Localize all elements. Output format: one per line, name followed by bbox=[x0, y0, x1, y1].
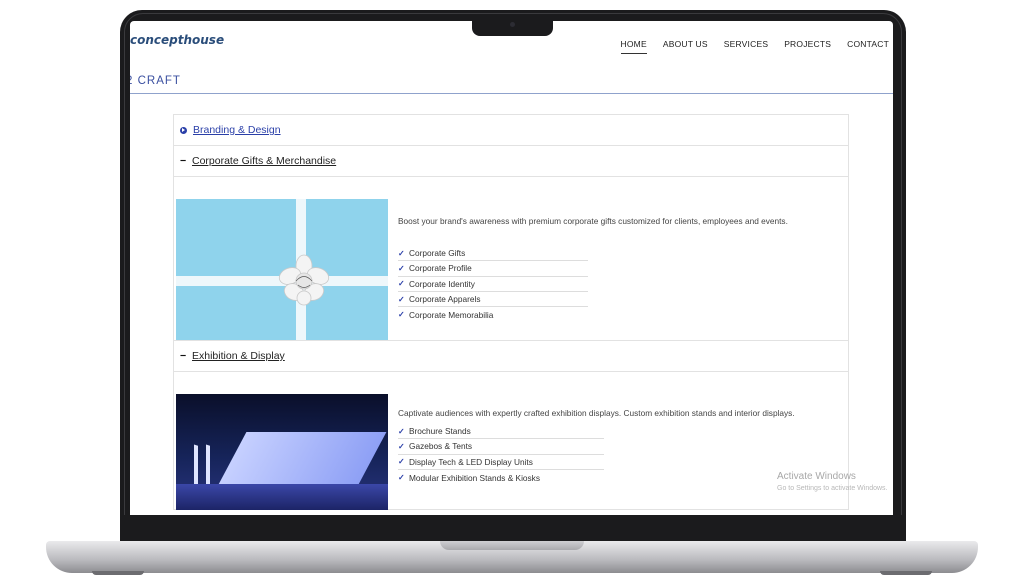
activate-windows-watermark: Activate Windows bbox=[777, 471, 856, 482]
camera-icon bbox=[510, 22, 515, 27]
check-icon: ✓ bbox=[398, 473, 405, 483]
nav-contact[interactable]: CONTACT bbox=[847, 39, 889, 54]
list-item: ✓ Corporate Memorabilia bbox=[398, 309, 494, 320]
expand-circle-icon bbox=[180, 126, 187, 134]
activate-windows-subtext: Go to Settings to activate Windows. bbox=[777, 485, 888, 492]
check-icon: ✓ bbox=[398, 310, 405, 320]
list-item: ✓ Display Tech & LED Display Units bbox=[398, 455, 604, 470]
laptop-opening-notch bbox=[440, 541, 584, 550]
site-logo[interactable]: concepthouse bbox=[130, 33, 224, 47]
list-item: ✓ Corporate Gifts bbox=[398, 246, 588, 262]
nav-projects[interactable]: PROJECTS bbox=[784, 39, 831, 54]
accordion-panel-exhibition: Captivate audiences with expertly crafte… bbox=[174, 372, 848, 510]
laptop-foot-right bbox=[880, 571, 932, 575]
gifts-list: ✓ Corporate Gifts ✓ Corporate Profile ✓ Cor… bbox=[398, 246, 588, 322]
main-nav: HOME ABOUT US SERVICES PROJECTS CONTACT bbox=[620, 39, 889, 54]
laptop-foot-left bbox=[92, 571, 144, 575]
list-item: ✓ Gazebos & Tents bbox=[398, 439, 604, 455]
check-icon: ✓ bbox=[398, 248, 405, 258]
accordion-header-branding[interactable]: Branding & Design bbox=[174, 115, 848, 146]
accordion-title-gifts[interactable]: Corporate Gifts & Merchandise bbox=[192, 155, 336, 167]
nav-about-us[interactable]: ABOUT US bbox=[663, 39, 708, 54]
check-icon: ✓ bbox=[398, 441, 405, 451]
laptop-chin bbox=[120, 515, 906, 542]
list-item: ✓ Corporate Apparels bbox=[398, 292, 588, 308]
gift-box-image bbox=[176, 199, 388, 340]
nav-services[interactable]: SERVICES bbox=[724, 39, 768, 54]
collapse-minus-icon: − bbox=[180, 350, 187, 362]
collapse-minus-icon: − bbox=[180, 155, 187, 167]
check-icon: ✓ bbox=[398, 457, 405, 467]
exhibition-list: ✓ Brochure Stands ✓ Gazebos & Tents ✓ Displ… bbox=[398, 424, 604, 485]
bow-icon bbox=[278, 254, 330, 306]
accordion-title-branding[interactable]: Branding & Design bbox=[193, 124, 281, 136]
exhibition-description: Captivate audiences with expertly crafte… bbox=[398, 408, 795, 418]
services-accordion: Branding & Design − Corporate Gifts & Me… bbox=[173, 114, 849, 510]
laptop-screen: concepthouse HOME ABOUT US SERVICES PROJ… bbox=[130, 21, 893, 515]
accordion-title-exhibition[interactable]: Exhibition & Display bbox=[192, 350, 285, 362]
list-item: ✓ Modular Exhibition Stands & Kiosks bbox=[398, 472, 540, 483]
accordion-panel-gifts: Boost your brand's awareness with premiu… bbox=[174, 177, 848, 341]
list-item: ✓ Corporate Identity bbox=[398, 277, 588, 292]
list-item: ✓ Brochure Stands bbox=[398, 424, 604, 440]
accordion-header-gifts[interactable]: − Corporate Gifts & Merchandise bbox=[174, 146, 848, 177]
nav-home[interactable]: HOME bbox=[620, 39, 647, 54]
check-icon: ✓ bbox=[398, 294, 405, 304]
exhibition-stand-image bbox=[176, 394, 388, 510]
section-title: 2 CRAFT bbox=[130, 75, 181, 87]
check-icon: ✓ bbox=[398, 426, 405, 436]
check-icon: ✓ bbox=[398, 279, 405, 289]
gifts-description: Boost your brand's awareness with premiu… bbox=[398, 216, 788, 226]
header-divider bbox=[130, 93, 893, 94]
list-item: ✓ Corporate Profile bbox=[398, 261, 588, 277]
check-icon: ✓ bbox=[398, 263, 405, 273]
accordion-header-exhibition[interactable]: − Exhibition & Display bbox=[174, 341, 848, 372]
